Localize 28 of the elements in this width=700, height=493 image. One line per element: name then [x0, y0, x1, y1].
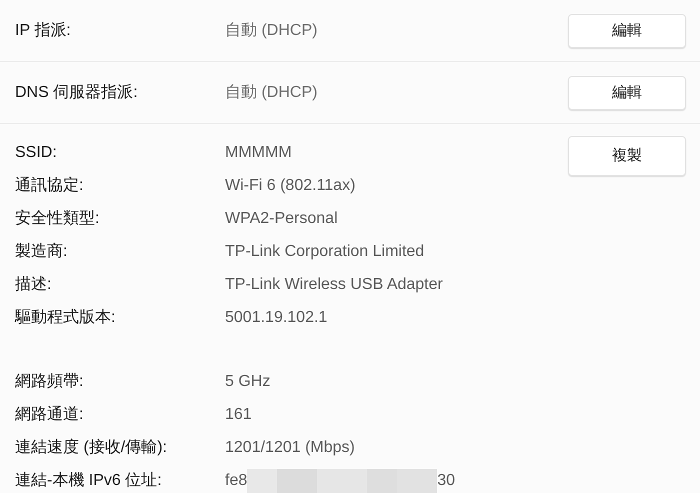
detail-label: 描述:: [15, 274, 52, 294]
detail-label: 驅動程式版本:: [15, 308, 116, 328]
detail-label: 網路通道:: [15, 404, 84, 424]
detail-value: Wi-Fi 6 (802.11ax): [225, 176, 356, 196]
detail-value: fe8: [225, 470, 248, 490]
edit-button[interactable]: 編輯: [568, 76, 686, 110]
detail-label: 連結-本機 IPv6 位址:: [15, 470, 163, 490]
detail-label: 連結速度 (接收/傳輸):: [15, 438, 168, 458]
setting-value: 自動 (DHCP): [225, 83, 318, 103]
setting-value: 自動 (DHCP): [225, 21, 318, 41]
detail-value: TP-Link Wireless USB Adapter: [225, 274, 443, 294]
detail-value: 161: [225, 404, 252, 424]
detail-value: 5 GHz: [225, 372, 270, 392]
detail-label: 通訊協定:: [15, 176, 84, 196]
detail-value: MMMMM: [225, 142, 292, 162]
setting-label: IP 指派:: [15, 20, 72, 41]
edit-button[interactable]: 編輯: [568, 14, 686, 48]
detail-value: 5001.19.102.1: [225, 308, 328, 328]
detail-value: 30: [437, 470, 456, 490]
detail-label: 製造商:: [15, 242, 68, 262]
setting-label: DNS 伺服器指派:: [15, 82, 139, 103]
detail-value: 1201/1201 (Mbps): [225, 438, 355, 458]
detail-value: TP-Link Corporation Limited: [225, 242, 424, 262]
detail-label: 網路頻帶:: [15, 372, 84, 392]
detail-label: SSID:: [15, 142, 58, 162]
copy-button[interactable]: 複製: [568, 136, 686, 176]
detail-label: 安全性類型:: [15, 208, 100, 228]
detail-value: WPA2-Personal: [225, 208, 338, 228]
